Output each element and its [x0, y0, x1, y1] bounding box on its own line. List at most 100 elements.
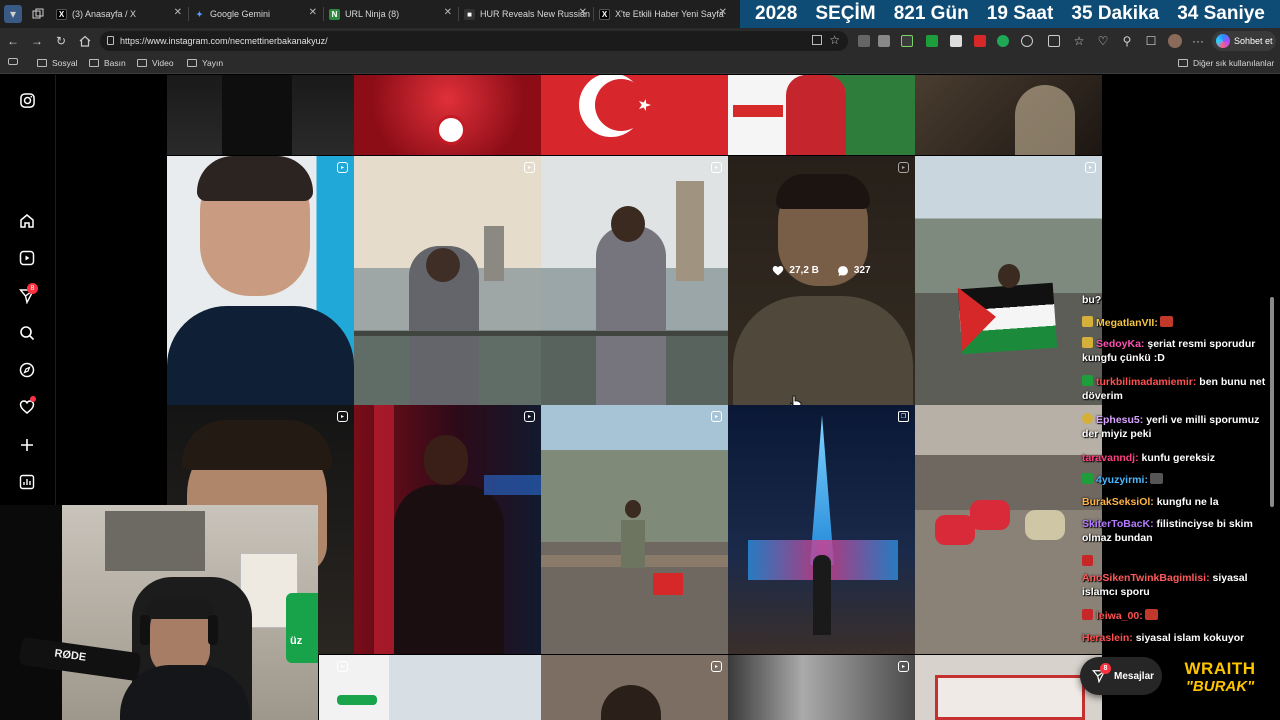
collections-icon[interactable]: ♡ [1095, 33, 1111, 49]
tab-hur-news[interactable]: ■ HUR Reveals New Russian ( ✕ [458, 3, 593, 25]
gemini-icon: ✦ [196, 9, 203, 19]
reel-icon: ▸ [524, 162, 535, 173]
bookmark-folder-basin[interactable]: Basın [89, 58, 126, 68]
dashboard-icon[interactable] [18, 473, 36, 491]
reels-icon[interactable] [18, 249, 36, 267]
favorite-star-icon[interactable]: ☆ [829, 33, 840, 47]
profile-avatar[interactable] [1168, 34, 1182, 48]
tab-url-ninja[interactable]: N URL Ninja (8) ✕ [323, 3, 458, 25]
extension-screenshot-icon[interactable] [878, 35, 890, 47]
post-tile[interactable]: ▸ [541, 156, 728, 405]
mic-brand: RØDE [53, 647, 87, 664]
emote-icon [1159, 316, 1173, 327]
bookmarks-menu-icon[interactable] [8, 58, 18, 65]
comments-stat: 327 [837, 265, 871, 277]
direct-icon[interactable]: 8 [18, 283, 38, 305]
post-tile[interactable]: ▸ [167, 156, 354, 405]
copilot-icon [1216, 34, 1230, 48]
messages-label: Mesajlar [1114, 670, 1155, 682]
back-icon[interactable]: ← [5, 33, 21, 49]
close-tab-icon[interactable]: ✕ [579, 7, 587, 18]
messages-button[interactable]: 8 Mesajlar [1080, 657, 1162, 695]
countdown-hours: 19 Saat [986, 3, 1054, 24]
chat-message: MegatlanVII: [1082, 316, 1268, 330]
page-scrollbar[interactable] [1268, 75, 1276, 720]
create-icon[interactable] [18, 436, 36, 454]
lock-icon [107, 36, 114, 45]
tab-x-news[interactable]: X X'te Etkili Haber Yeni Sayfa ✕ [593, 3, 733, 25]
partial-caption: üz [290, 635, 303, 647]
countdown-year: 2028 [755, 3, 798, 24]
post-tile[interactable]: ❐ [728, 405, 915, 654]
bookmark-folder-video[interactable]: Video [137, 58, 174, 68]
extension-reader-icon[interactable] [858, 35, 870, 47]
explore-icon[interactable] [18, 361, 36, 379]
post-tile[interactable] [915, 655, 1102, 720]
forward-icon[interactable]: → [29, 33, 45, 49]
post-tile[interactable]: ▸ [354, 156, 541, 405]
tab-x-home[interactable]: X (3) Anasayfa / X ✕ [50, 3, 188, 25]
other-bookmarks[interactable]: Diğer sık kullanılanlar [1178, 58, 1274, 68]
cursor-icon [790, 395, 802, 405]
post-tile[interactable] [728, 75, 915, 155]
post-tile[interactable]: ▸ [541, 405, 728, 654]
post-tile[interactable]: ▸ [541, 655, 728, 720]
comment-icon [838, 265, 848, 276]
post-tile-hovered[interactable]: ▸ 27,2 B 327 [728, 156, 915, 405]
post-tile[interactable]: ▸ [915, 156, 1102, 405]
notifications-icon[interactable] [18, 396, 36, 416]
chat-message: taravanndj: kunfu gereksiz [1082, 452, 1216, 464]
home-icon[interactable] [18, 212, 36, 230]
notification-dot [30, 396, 36, 402]
tab-strip: ▾ X (3) Anasayfa / X ✕ ✦ Google Gemini ✕… [0, 0, 1280, 28]
folder-icon [89, 59, 99, 67]
feedback-icon[interactable]: ☐ [1143, 33, 1159, 49]
post-tile[interactable]: ▸ [319, 655, 541, 720]
close-tab-icon[interactable]: ✕ [444, 7, 452, 18]
extension-red-icon[interactable] [974, 35, 986, 47]
post-tile[interactable] [915, 405, 1102, 654]
post-tile[interactable] [541, 75, 728, 155]
close-tab-icon[interactable]: ✕ [719, 7, 727, 18]
chat-message: 4yuzyirmi: [1082, 473, 1268, 487]
instagram-icon[interactable] [18, 91, 36, 109]
extension-green-icon[interactable] [926, 35, 938, 47]
navigation-bar: ← → ↻ https://www.instagram.com/necmetti… [0, 28, 1280, 54]
carousel-icon: ❐ [898, 411, 909, 422]
scrollbar-thumb[interactable] [1270, 297, 1274, 507]
post-tile[interactable] [167, 75, 354, 155]
post-tile[interactable] [354, 75, 541, 155]
split-screen-icon[interactable] [1048, 35, 1060, 47]
extension-puzzle-icon[interactable] [901, 35, 913, 47]
copilot-chat-button[interactable]: Sohbet et [1212, 31, 1276, 51]
favorites-icon[interactable]: ☆ [1071, 33, 1087, 49]
home-icon[interactable] [77, 33, 93, 49]
app-available-icon[interactable] [812, 35, 822, 45]
user-badge-icon [1082, 316, 1093, 327]
bookmark-folder-sosyal[interactable]: Sosyal [37, 58, 78, 68]
comments-count: 327 [853, 265, 871, 276]
heart-icon [773, 266, 784, 276]
folder-icon [37, 59, 47, 67]
refresh-icon[interactable]: ↻ [53, 33, 69, 49]
more-icon[interactable]: ··· [1190, 33, 1206, 49]
address-bar[interactable]: https://www.instagram.com/necmettinerbak… [100, 31, 848, 51]
close-tab-icon[interactable]: ✕ [174, 7, 182, 18]
extension-mail-icon[interactable] [950, 35, 962, 47]
likes-count: 27,2 B [789, 265, 819, 276]
post-tile[interactable]: ▸ [354, 405, 541, 654]
browser-essentials-icon[interactable]: ⚲ [1119, 33, 1135, 49]
close-tab-icon[interactable]: ✕ [309, 7, 317, 18]
tab-label: URL Ninja (8) [345, 9, 400, 19]
tab-actions-menu-icon[interactable]: ▾ [4, 5, 22, 23]
search-icon[interactable] [18, 324, 36, 342]
tab-gemini[interactable]: ✦ Google Gemini ✕ [188, 3, 323, 25]
post-tile[interactable]: ▸ [728, 655, 915, 720]
post-hover-stats: 27,2 B 327 [728, 156, 915, 405]
workspaces-icon[interactable] [30, 6, 46, 22]
tab-label: HUR Reveals New Russian ( [480, 9, 593, 19]
bookmark-folder-yayin[interactable]: Yayın [187, 58, 223, 68]
extensions-icon[interactable] [1021, 35, 1033, 47]
post-tile[interactable] [915, 75, 1102, 155]
extension-grammar-icon[interactable] [997, 35, 1009, 47]
